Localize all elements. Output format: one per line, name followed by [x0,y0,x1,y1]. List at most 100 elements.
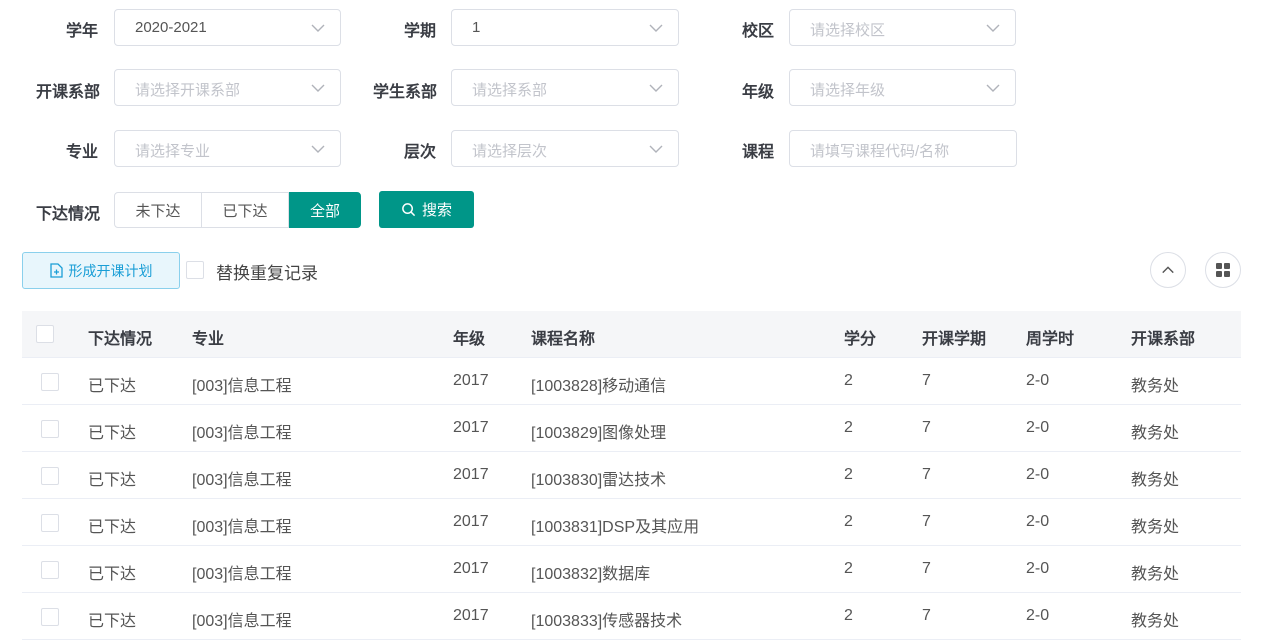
cell-dept: 教务处 [1131,566,1180,583]
chevron-down-icon [986,84,1000,92]
col-grade: 年级 [453,331,486,348]
row-checkbox[interactable] [41,514,59,532]
cell-major: [003]信息工程 [192,425,292,442]
cell-term: 7 [922,513,931,530]
grade-select[interactable]: 请选择年级 [789,69,1016,106]
col-credit: 学分 [844,331,877,348]
cell-course-name: [1003828]移动通信 [531,378,667,395]
cell-credit: 2 [844,513,853,530]
chevron-down-icon [649,145,663,153]
cell-weekly-hours: 2-0 [1026,466,1050,483]
grade-label: 年级 [742,84,775,101]
col-weekly-hours: 周学时 [1026,331,1075,348]
campus-select[interactable]: 请选择校区 [789,9,1016,46]
term-value: 1 [472,19,481,36]
campus-placeholder: 请选择校区 [810,22,886,39]
grade-placeholder: 请选择年级 [810,82,886,99]
collapse-button[interactable] [1150,252,1186,288]
table-header: 下达情况 专业 年级 课程名称 学分 开课学期 周学时 开课系部 [22,311,1241,358]
major-label: 专业 [66,144,99,161]
course-label: 课程 [742,144,775,161]
cell-course-name: [1003831]DSP及其应用 [531,519,700,536]
cell-dept: 教务处 [1131,613,1180,630]
cell-credit: 2 [844,466,853,483]
cell-term: 7 [922,560,931,577]
student-dept-placeholder: 请选择系部 [472,82,548,99]
row-checkbox[interactable] [41,608,59,626]
chevron-down-icon [311,145,325,153]
cell-grade: 2017 [453,513,489,530]
form-plan-label: 形成开课计划 [68,262,153,279]
col-term: 开课学期 [922,331,987,348]
level-label: 层次 [404,144,437,161]
chevron-down-icon [311,24,325,32]
cell-course-name: [1003833]传感器技术 [531,613,683,630]
course-dept-label: 开课系部 [36,84,101,101]
cell-major: [003]信息工程 [192,472,292,489]
chevron-down-icon [986,24,1000,32]
status-segmented: 未下达 已下达 全部 [114,192,361,228]
table-row: 已下达 [003]信息工程 2017 [1003833]传感器技术 2 7 2-… [22,593,1241,640]
level-select[interactable]: 请选择层次 [451,130,679,167]
search-button-label: 搜索 [421,202,452,219]
row-checkbox[interactable] [41,373,59,391]
course-input[interactable]: 请填写课程代码/名称 [789,130,1017,167]
form-plan-button[interactable]: 形成开课计划 [22,252,180,289]
table-row: 已下达 [003]信息工程 2017 [1003831]DSP及其应用 2 7 … [22,499,1241,546]
level-placeholder: 请选择层次 [472,143,548,160]
cell-term: 7 [922,607,931,624]
col-status: 下达情况 [88,331,153,348]
major-placeholder: 请选择专业 [135,143,211,160]
student-dept-select[interactable]: 请选择系部 [451,69,679,106]
chevron-down-icon [311,84,325,92]
document-add-icon [49,263,63,278]
status-label: 下达情况 [36,206,101,223]
col-course-name: 课程名称 [531,331,596,348]
term-select[interactable]: 1 [451,9,679,46]
cell-grade: 2017 [453,419,489,436]
cell-weekly-hours: 2-0 [1026,513,1050,530]
cell-term: 7 [922,419,931,436]
course-dept-select[interactable]: 请选择开课系部 [114,69,341,106]
cell-major: [003]信息工程 [192,566,292,583]
cell-term: 7 [922,466,931,483]
cell-dept: 教务处 [1131,472,1180,489]
row-checkbox[interactable] [41,420,59,438]
replace-duplicates-checkbox[interactable] [186,261,204,279]
table-row: 已下达 [003]信息工程 2017 [1003828]移动通信 2 7 2-0… [22,358,1241,405]
cell-course-name: [1003832]数据库 [531,566,651,583]
cell-grade: 2017 [453,560,489,577]
cell-grade: 2017 [453,466,489,483]
grid-view-button[interactable] [1205,252,1241,288]
course-placeholder: 请填写课程代码/名称 [810,143,950,160]
row-checkbox[interactable] [41,561,59,579]
year-select[interactable]: 2020-2021 [114,9,341,46]
cell-grade: 2017 [453,372,489,389]
cell-status: 已下达 [88,472,137,489]
status-option-unissued[interactable]: 未下达 [114,192,202,228]
cell-major: [003]信息工程 [192,378,292,395]
cell-weekly-hours: 2-0 [1026,372,1050,389]
chevron-down-icon [649,84,663,92]
cell-weekly-hours: 2-0 [1026,607,1050,624]
cell-course-name: [1003829]图像处理 [531,425,667,442]
cell-status: 已下达 [88,519,137,536]
status-option-issued[interactable]: 已下达 [202,192,289,228]
major-select[interactable]: 请选择专业 [114,130,341,167]
table-row: 已下达 [003]信息工程 2017 [1003829]图像处理 2 7 2-0… [22,405,1241,452]
row-checkbox[interactable] [41,467,59,485]
status-option-all[interactable]: 全部 [289,192,361,228]
select-all-checkbox[interactable] [36,325,54,343]
grid-icon [1216,263,1230,277]
search-icon [402,203,416,217]
cell-term: 7 [922,372,931,389]
cell-grade: 2017 [453,607,489,624]
cell-status: 已下达 [88,425,137,442]
year-label: 学年 [66,23,99,40]
search-button[interactable]: 搜索 [379,191,474,228]
cell-dept: 教务处 [1131,425,1180,442]
cell-major: [003]信息工程 [192,519,292,536]
table-row: 已下达 [003]信息工程 2017 [1003832]数据库 2 7 2-0 … [22,546,1241,593]
cell-status: 已下达 [88,378,137,395]
cell-major: [003]信息工程 [192,613,292,630]
